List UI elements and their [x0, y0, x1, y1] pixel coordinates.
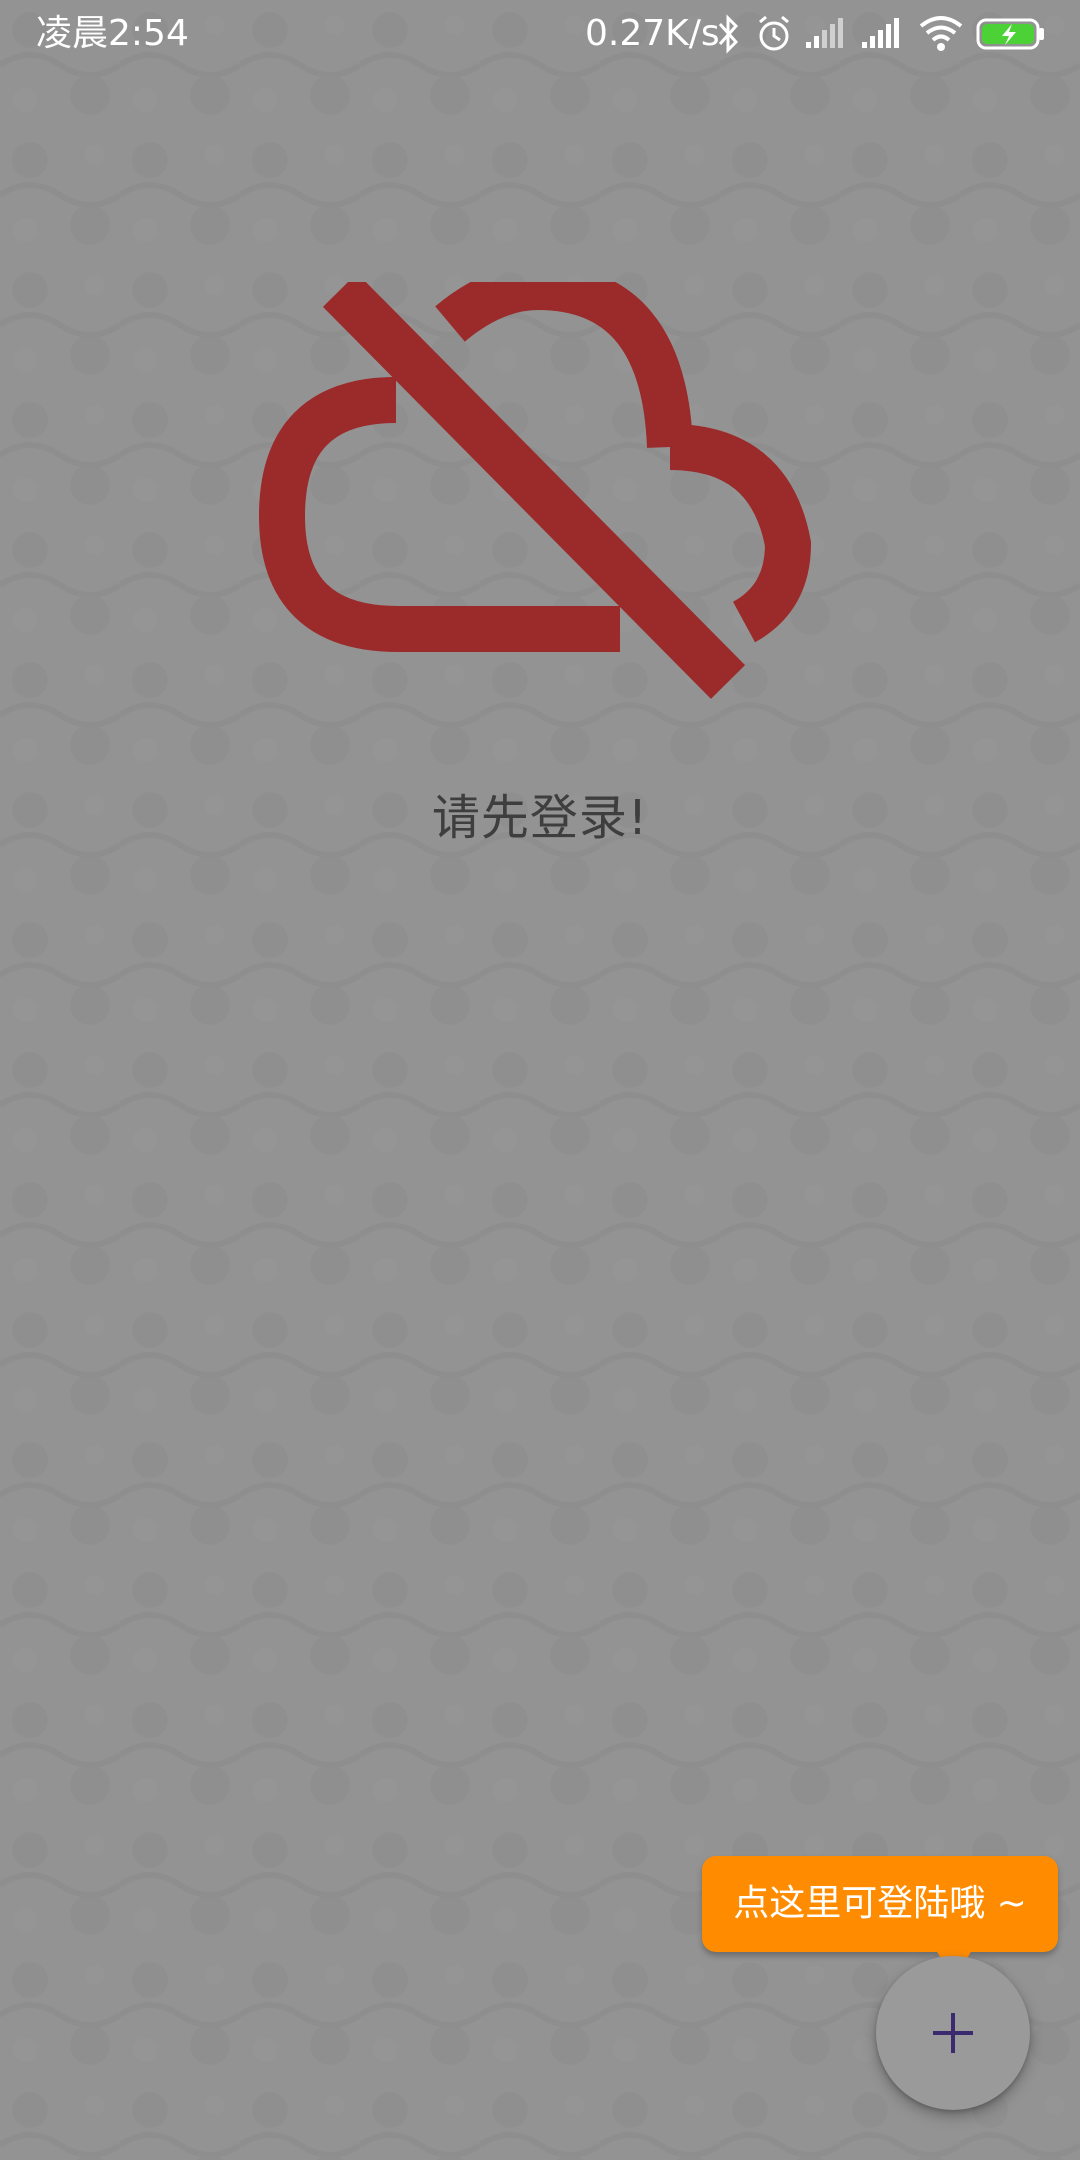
- plus-icon: [933, 2013, 973, 2053]
- login-fab-button[interactable]: [876, 1956, 1030, 2110]
- battery-charging-icon: [976, 18, 1046, 54]
- alarm-icon: [756, 14, 792, 58]
- bluetooth-icon: [716, 14, 742, 58]
- status-time: 凌晨2:54: [36, 13, 189, 54]
- signal-icon: [862, 14, 904, 54]
- login-prompt-message: 请先登录!: [431, 790, 649, 846]
- network-speed: 0.27K/s: [585, 13, 720, 54]
- login-hint-tooltip: 点这里可登陆哦 ~: [702, 1856, 1058, 1952]
- tooltip-text: 点这里可登陆哦 ~: [733, 1883, 1027, 1924]
- status-bar: 凌晨2:54 0.27K/s: [0, 0, 1080, 70]
- wifi-icon: [918, 14, 964, 58]
- signal-icon: [806, 14, 848, 54]
- cloud-off-icon: [259, 282, 812, 699]
